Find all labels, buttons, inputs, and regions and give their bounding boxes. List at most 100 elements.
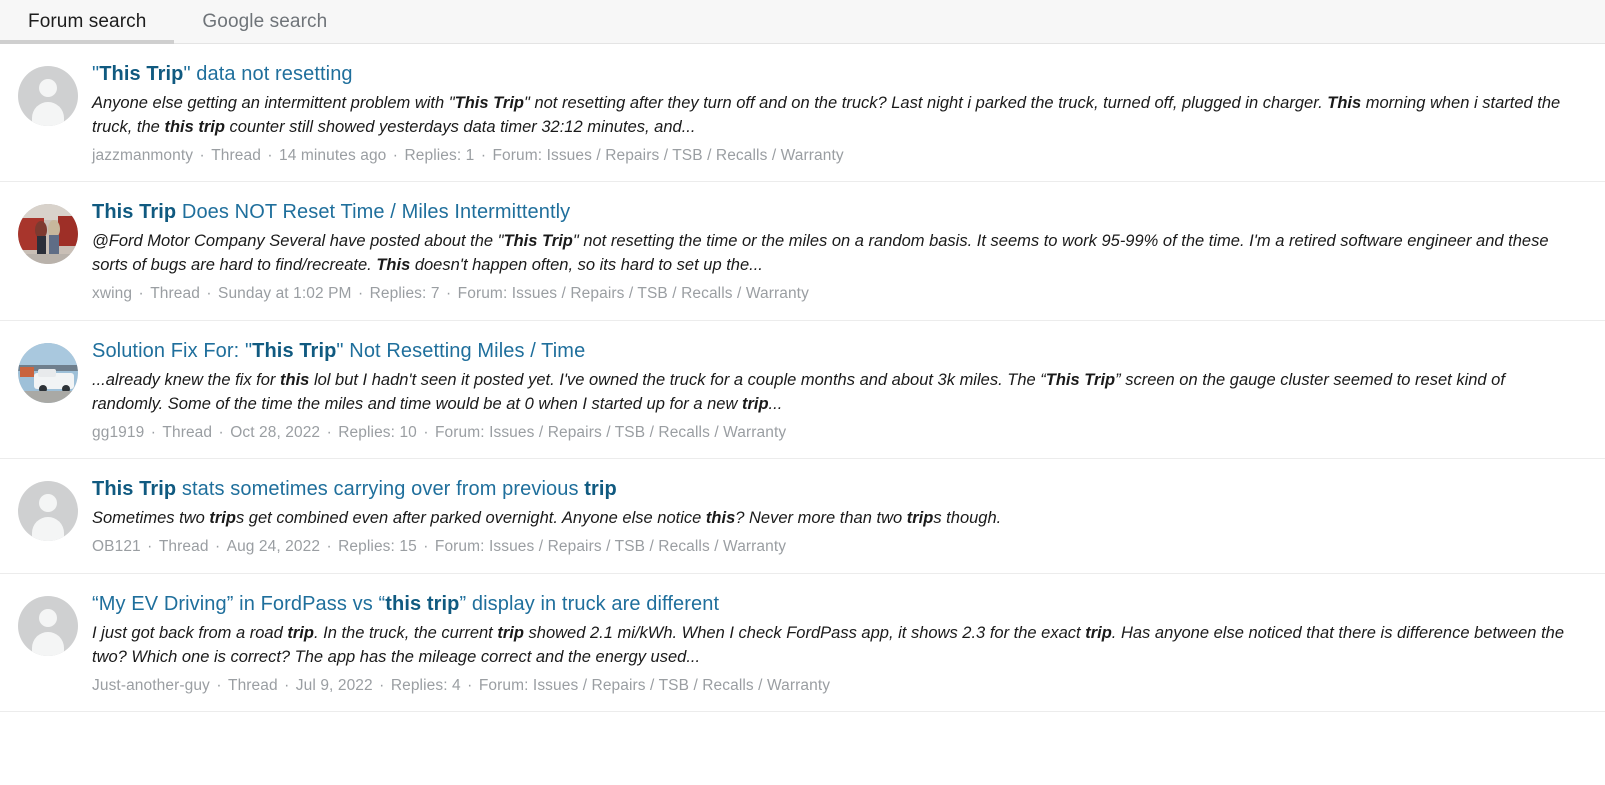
default-avatar-icon[interactable] (18, 481, 78, 542)
result-snippet: ...already knew the fix for this lol but… (92, 369, 1572, 417)
search-result-item[interactable]: This Trip Does NOT Reset Time / Miles In… (0, 182, 1605, 321)
result-replies-count: Replies: 1 (404, 146, 475, 164)
meta-separator: · (462, 676, 477, 694)
result-replies-count: Replies: 15 (338, 538, 417, 556)
title-text: Solution Fix For: " (92, 339, 253, 362)
meta-separator: · (374, 676, 389, 694)
result-author-link[interactable]: gg1919 (92, 424, 144, 441)
meta-separator: · (262, 146, 277, 164)
snippet-text: counter still showed yesterdays data tim… (224, 117, 696, 136)
meta-separator: · (476, 146, 491, 164)
user-avatar[interactable] (18, 342, 78, 403)
snippet-text: showed 2.1 mi/kWh. When I check FordPass… (523, 623, 1086, 642)
tab-forum-search[interactable]: Forum search (0, 12, 175, 44)
result-snippet: Sometimes two trips get combined even af… (92, 507, 1572, 531)
result-forum-link[interactable]: Forum: Issues / Repairs / TSB / Recalls … (458, 285, 809, 302)
result-type: Thread (228, 676, 278, 694)
snippet-highlight: this (705, 509, 736, 528)
title-highlight: This Trip (92, 478, 177, 501)
snippet-highlight: trip (287, 623, 314, 642)
result-date: Jul 9, 2022 (295, 676, 373, 694)
result-body: Solution Fix For: "This Trip" Not Resett… (92, 339, 1587, 442)
search-result-item[interactable]: "This Trip" data not resetting Anyone els… (0, 44, 1605, 183)
search-results-list: "This Trip" data not resetting Anyone els… (0, 44, 1605, 713)
result-snippet: Anyone else getting an intermittent prob… (92, 92, 1572, 140)
meta-separator: · (210, 538, 225, 556)
snippet-text: " not resetting after they turn off and … (524, 94, 1328, 112)
avatar-photo (18, 342, 78, 403)
result-title-link[interactable]: Solution Fix For: "This Trip" Not Resett… (92, 339, 1587, 363)
avatar-photo (18, 204, 78, 265)
result-replies-count: Replies: 7 (369, 285, 440, 303)
meta-separator: · (418, 423, 433, 441)
snippet-text: lol but I hadn't seen it posted yet. I'v… (309, 370, 1046, 389)
snippet-highlight: this trip (164, 117, 225, 136)
meta-separator: · (214, 423, 229, 441)
result-replies-count: Replies: 4 (390, 676, 461, 694)
result-body: This Trip stats sometimes carrying over … (92, 477, 1587, 557)
title-text: Does NOT Reset Time / Miles Intermittent… (176, 201, 571, 224)
search-result-item[interactable]: Solution Fix For: "This Trip" Not Resett… (0, 320, 1605, 460)
result-author-link[interactable]: xwing (92, 285, 132, 302)
snippet-highlight: trip (741, 394, 769, 413)
snippet-highlight: trip (1085, 623, 1112, 642)
snippet-highlight: This Trip (454, 94, 525, 112)
result-title-link[interactable]: This Trip Does NOT Reset Time / Miles In… (92, 200, 1587, 224)
meta-separator: · (418, 538, 433, 556)
result-title-link[interactable]: This Trip stats sometimes carrying over … (92, 477, 1587, 501)
result-forum-link[interactable]: Forum: Issues / Repairs / TSB / Recalls … (435, 424, 786, 441)
snippet-text: ? Never more than two (735, 509, 907, 528)
result-snippet: @Ford Motor Company Several have posted … (92, 230, 1572, 278)
search-result-item[interactable]: “My EV Driving” in FordPass vs “this tri… (0, 573, 1605, 713)
result-type: Thread (211, 146, 261, 164)
result-forum-link[interactable]: Forum: Issues / Repairs / TSB / Recalls … (435, 538, 786, 555)
snippet-text: @Ford Motor Company Several have posted … (92, 232, 504, 251)
default-avatar-icon[interactable] (18, 595, 78, 656)
meta-separator: · (441, 285, 456, 303)
meta-separator: · (134, 285, 149, 303)
result-meta: jazzmanmonty · Thread · 14 minutes ago ·… (92, 147, 1587, 166)
snippet-highlight: This (1327, 94, 1362, 112)
title-text: ” display in truck are different (459, 592, 720, 615)
snippet-text: s get combined even after parked overnig… (235, 509, 706, 528)
snippet-text: ... (768, 394, 783, 413)
meta-separator: · (353, 285, 368, 303)
title-highlight: This Trip (92, 201, 177, 224)
meta-separator: · (211, 676, 226, 694)
result-author-link[interactable]: Just-another-guy (92, 677, 210, 694)
meta-separator: · (201, 285, 217, 303)
result-forum-link[interactable]: Forum: Issues / Repairs / TSB / Recalls … (492, 147, 843, 164)
title-text: " Not Resetting Miles / Time (336, 339, 586, 362)
search-result-item[interactable]: This Trip stats sometimes carrying over … (0, 459, 1605, 574)
result-body: “My EV Driving” in FordPass vs “this tri… (92, 592, 1587, 695)
default-avatar-icon[interactable] (18, 66, 78, 126)
result-title-link[interactable]: "This Trip" data not resetting (92, 62, 1587, 86)
result-author-link[interactable]: OB121 (92, 538, 141, 555)
meta-separator: · (146, 423, 161, 441)
result-author-link[interactable]: jazzmanmonty (92, 147, 193, 164)
snippet-text: Anyone else getting an intermittent prob… (92, 94, 455, 112)
snippet-text: s though. (933, 509, 1002, 528)
result-type: Thread (150, 285, 200, 303)
title-highlight: this trip (385, 592, 460, 615)
result-title-link[interactable]: “My EV Driving” in FordPass vs “this tri… (92, 592, 1587, 616)
title-highlight: This Trip (252, 339, 337, 362)
user-avatar[interactable] (18, 204, 78, 265)
result-date: 14 minutes ago (279, 146, 387, 164)
tab-google-search[interactable]: Google search (174, 12, 355, 43)
meta-separator: · (322, 538, 337, 556)
result-type: Thread (162, 423, 213, 441)
result-meta: Just-another-guy · Thread · Jul 9, 2022 … (92, 677, 1587, 696)
title-highlight: trip (584, 478, 617, 501)
snippet-text: ...already knew the fix for (92, 370, 281, 389)
result-snippet: I just got back from a road trip. In the… (92, 622, 1572, 670)
result-meta: gg1919 · Thread · Oct 28, 2022 · Replies… (92, 424, 1587, 443)
result-type: Thread (158, 538, 209, 556)
result-body: "This Trip" data not resetting Anyone els… (92, 62, 1587, 165)
snippet-highlight: This (376, 256, 411, 275)
title-highlight: This Trip (99, 63, 184, 85)
snippet-highlight: trip (906, 509, 934, 528)
result-forum-link[interactable]: Forum: Issues / Repairs / TSB / Recalls … (479, 677, 830, 694)
snippet-text: . In the truck, the current (313, 623, 498, 642)
result-body: This Trip Does NOT Reset Time / Miles In… (92, 200, 1587, 303)
